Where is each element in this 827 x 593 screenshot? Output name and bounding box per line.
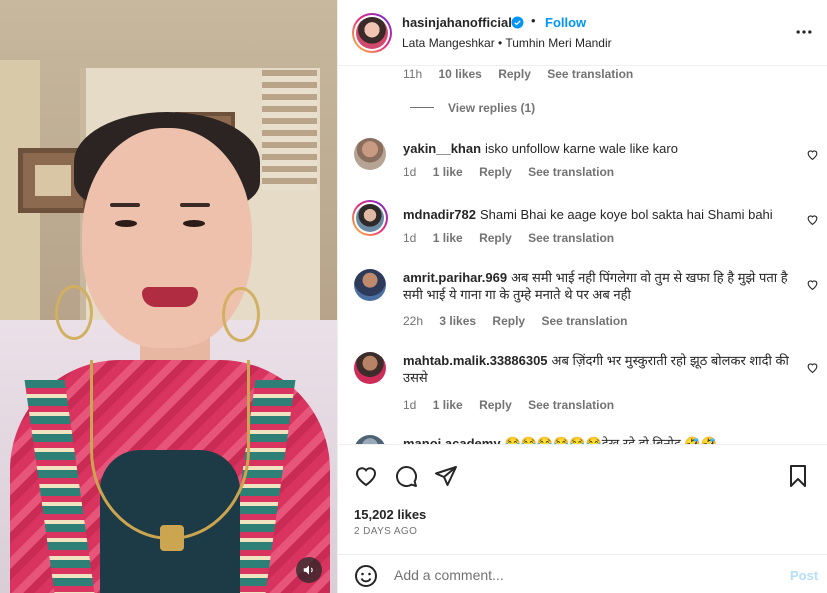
comment-text: Shami Bhai ke aage koye bol sakta hai Sh… [479,207,773,222]
post-actions: 15,202 likes 2 DAYS AGO [338,444,827,554]
header-separator: • [531,13,536,28]
comment-meta: 22h 3 likes Reply See translation [403,314,640,328]
reply-button[interactable]: Reply [498,67,531,81]
comment-username[interactable]: yakin__khan [403,141,481,156]
mouth [142,287,198,307]
comment-time: 1d [403,165,417,179]
see-translation-button[interactable]: See translation [541,314,627,328]
comment-meta: 1d 1 like Reply See translation [403,231,627,245]
comment-likes[interactable]: 10 likes [438,67,481,81]
necklace [90,360,250,540]
comment-like-icon[interactable] [806,148,819,161]
comment-time: 22h [403,314,424,328]
author-username[interactable]: hasinjahanofficial [402,15,512,30]
heart-icon[interactable] [354,464,378,488]
comment-username[interactable]: mahtab.malik.33886305 [403,353,548,368]
earring-left [55,285,93,340]
comment-body: mdnadir782 Shami Bhai ke aage koye bol sa… [403,206,793,223]
reply-button[interactable]: Reply [479,165,512,179]
audio-track[interactable]: Lata Mangeshkar • Tumhin Meri Mandir [402,36,612,50]
comment-body: yakin__khan isko unfollow karne wale like… [403,140,793,157]
comment-avatar[interactable] [354,435,386,444]
comment-input[interactable] [394,563,764,587]
comment-time: 1d [403,231,417,245]
sound-icon [303,565,313,575]
verified-icon [511,16,524,29]
post-header: hasinjahanofficial • Follow Lata Mangesh… [338,0,827,66]
comment-like-icon[interactable] [806,361,819,374]
comment-avatar[interactable] [354,138,386,170]
wall-strips [262,70,317,190]
comment-avatar[interactable] [354,269,386,301]
eye-left [115,220,137,227]
comment-icon[interactable] [394,464,418,488]
post-media[interactable] [0,0,337,593]
comment-body: mahtab.malik.33886305 अब ज़िंदगी भर मुस्क… [403,352,793,386]
eye-right [183,220,205,227]
comment-meta: 1d 1 like Reply See translation [403,398,627,412]
comment-username[interactable]: manoj.academy [403,436,501,444]
comment-time: 1d [403,398,417,412]
comment-likes[interactable]: 1 like [433,398,463,412]
comment-meta: 11h 10 likes Reply See translation [403,67,646,81]
reply-button[interactable]: Reply [479,231,512,245]
comment-avatar[interactable] [354,352,386,384]
more-icon[interactable] [794,22,814,42]
likes-count[interactable]: 15,202 likes [354,507,426,522]
reply-button[interactable]: Reply [492,314,525,328]
comment-username[interactable]: amrit.parihar.969 [403,270,507,285]
post-button[interactable]: Post [790,568,818,583]
brow-left [110,203,140,207]
reply-button[interactable]: Reply [479,398,512,412]
bookmark-icon[interactable] [786,464,810,488]
earring-right [222,287,260,342]
emoji-icon[interactable] [354,564,378,588]
follow-button[interactable]: Follow [545,15,586,30]
comment-likes[interactable]: 1 like [433,165,463,179]
necklace-pendant [160,525,184,551]
see-translation-button[interactable]: See translation [528,398,614,412]
see-translation-button[interactable]: See translation [528,165,614,179]
post-viewer: hasinjahanofficial • Follow Lata Mangesh… [0,0,827,593]
share-icon[interactable] [434,464,458,488]
comment-username[interactable]: mdnadir782 [403,207,476,222]
see-translation-button[interactable]: See translation [528,231,614,245]
post-sidebar: hasinjahanofficial • Follow Lata Mangesh… [337,0,827,593]
comment-body: amrit.parihar.969 अब समी भाई नही पिंगलेगा… [403,269,793,303]
comments-list[interactable]: 11h 10 likes Reply See translation View … [338,66,827,444]
comment-text: 😂😂😂😂😂😂देख रहे हो बिनोद 🤣🤣 [504,436,717,444]
add-comment-bar: Post [338,554,827,593]
comment-body: manoj.academy 😂😂😂😂😂😂देख रहे हो बिनोद 🤣🤣 [403,435,793,444]
brow-right [180,203,210,207]
post-date: 2 DAYS AGO [354,526,418,537]
view-replies-button[interactable]: View replies (1) [448,101,535,115]
author-avatar[interactable] [352,13,392,53]
comment-text: isko unfollow karne wale like karo [485,141,678,156]
comment-likes[interactable]: 3 likes [439,314,476,328]
comment-avatar[interactable] [352,200,388,236]
comment-time: 11h [403,67,423,81]
see-translation-button[interactable]: See translation [547,67,633,81]
comment-like-icon[interactable] [806,213,819,226]
replies-divider [410,107,434,108]
comment-likes[interactable]: 1 like [433,231,463,245]
comment-like-icon[interactable] [806,278,819,291]
sound-toggle-button[interactable] [296,557,322,583]
comment-meta: 1d 1 like Reply See translation [403,165,627,179]
